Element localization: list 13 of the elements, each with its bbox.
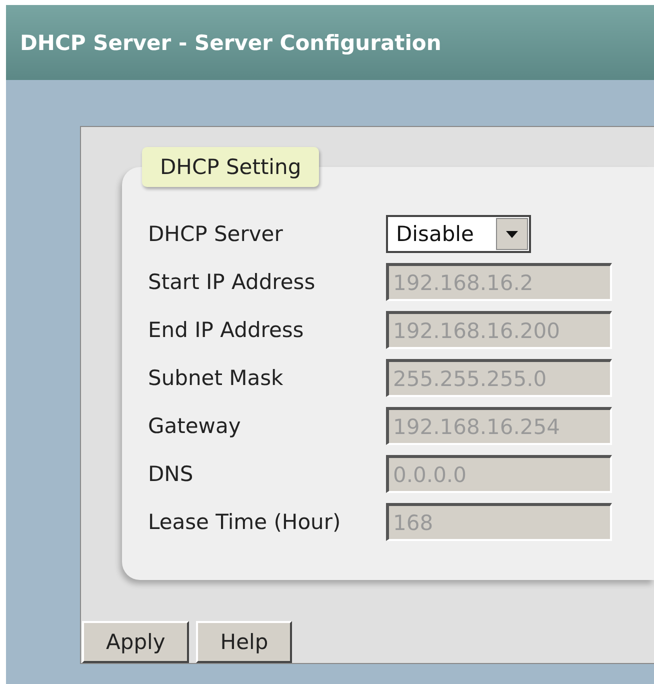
field-label: Lease Time (Hour) — [148, 510, 342, 534]
caret-icon — [496, 218, 528, 250]
field-label: Gateway — [148, 414, 242, 438]
field-label: End IP Address — [148, 318, 305, 342]
field-label: Start IP Address — [148, 270, 316, 294]
field-label: DNS — [148, 462, 194, 486]
group-legend: DHCP Setting — [142, 147, 320, 187]
apply-button[interactable]: Apply — [82, 621, 190, 663]
help-button[interactable]: Help — [196, 621, 292, 663]
field-label: Subnet Mask — [148, 366, 284, 390]
page-title: DHCP Server - Server Configuration — [20, 30, 442, 54]
dropdown[interactable]: Disable — [386, 215, 531, 253]
field-label: DHCP Server — [148, 222, 284, 246]
